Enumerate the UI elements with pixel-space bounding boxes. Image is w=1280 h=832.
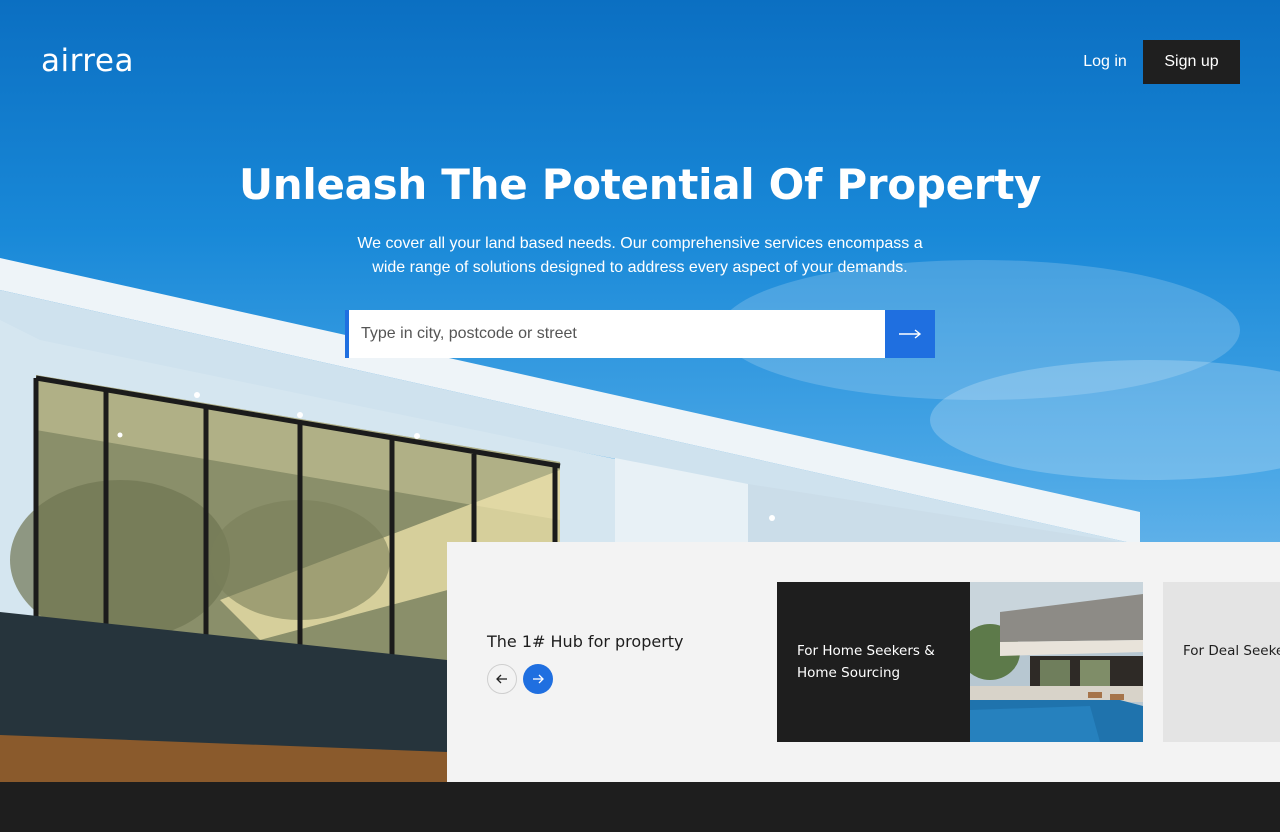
arrow-left-icon [496, 674, 507, 684]
hero-subtext: We cover all your land based needs. Our … [357, 235, 923, 276]
card-label: For Deal Seekers & Deal Sourcing [1183, 643, 1280, 659]
search-box [345, 310, 885, 358]
carousel-next-button[interactable] [523, 664, 553, 694]
hero-headline: Unleash The Potential Of Property [238, 160, 1042, 209]
carousel-prev-button[interactable] [487, 664, 517, 694]
footer-strip [0, 782, 1280, 832]
card-text-block: For Home Seekers & Home Sourcing [777, 582, 970, 742]
search-input[interactable] [349, 310, 885, 358]
hub-title: The 1# Hub for property [487, 632, 684, 651]
logo[interactable]: airrea [41, 43, 134, 79]
home-seekers-card[interactable]: For Home Seekers & Home Sourcing [777, 582, 1143, 742]
search-submit-button[interactable] [885, 310, 935, 358]
arrow-right-icon [899, 329, 922, 339]
login-link[interactable]: Log in [1070, 40, 1140, 84]
deal-seekers-card[interactable]: For Deal Seekers & Deal Sourcing [1163, 582, 1280, 742]
hub-panel: The 1# Hub for property For Home Seekers… [447, 542, 1280, 782]
signup-button[interactable]: Sign up [1143, 40, 1240, 84]
card-label: For Home Seekers & Home Sourcing [797, 643, 935, 681]
arrow-right-icon [533, 674, 544, 684]
villa-with-pool-photo [970, 582, 1143, 742]
